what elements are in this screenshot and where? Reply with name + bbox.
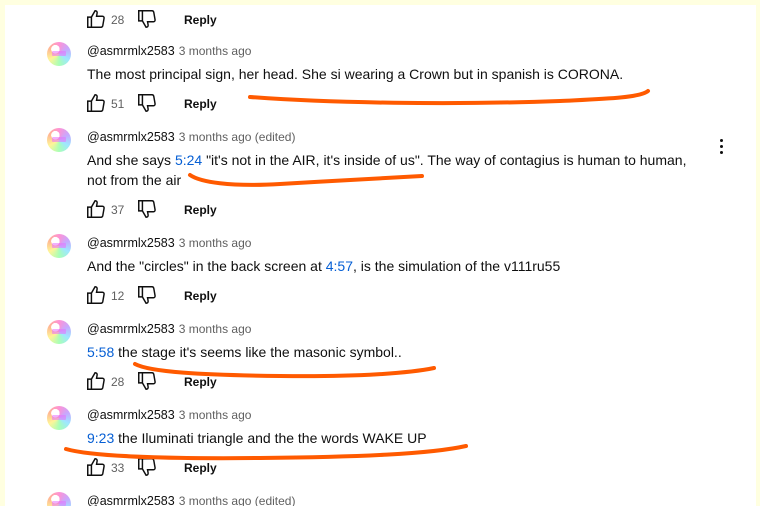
reply-button[interactable]: Reply bbox=[184, 203, 217, 217]
like-count: 28 bbox=[111, 13, 125, 27]
avatar[interactable] bbox=[47, 234, 71, 258]
thumbs-up-icon[interactable] bbox=[85, 8, 107, 30]
comment-author[interactable]: @asmrmlx2583 bbox=[87, 130, 175, 144]
comment-text: 9:23 the Iluminati triangle and the the … bbox=[87, 428, 687, 448]
avatar[interactable] bbox=[47, 128, 71, 152]
comment-pre: And she says bbox=[87, 152, 175, 168]
avatar[interactable] bbox=[47, 42, 71, 66]
comment-time[interactable]: 3 months ago bbox=[179, 236, 252, 250]
thumbs-up-icon[interactable] bbox=[85, 370, 107, 392]
comment-body: the stage it's seems like the masonic sy… bbox=[114, 344, 402, 360]
comment-time[interactable]: 3 months ago bbox=[179, 44, 252, 58]
thumbs-up-icon[interactable] bbox=[85, 456, 107, 478]
comment-author[interactable]: @asmrmlx2583 bbox=[87, 236, 175, 250]
comment-time[interactable]: 3 months ago bbox=[179, 322, 252, 336]
like-count: 12 bbox=[111, 289, 125, 303]
timestamp-link[interactable]: 4:57 bbox=[326, 258, 353, 274]
timestamp-link[interactable]: 5:24 bbox=[175, 152, 202, 168]
comment-time[interactable]: 3 months ago bbox=[179, 408, 252, 422]
like-count: 37 bbox=[111, 203, 125, 217]
comment-pre: And the "circles" in the back screen at bbox=[87, 258, 326, 274]
avatar[interactable] bbox=[47, 406, 71, 430]
reply-button[interactable]: Reply bbox=[184, 289, 217, 303]
like-count: 51 bbox=[111, 97, 125, 111]
comment-text: 5:58 the stage it's seems like the mason… bbox=[87, 342, 687, 362]
thumbs-down-icon[interactable] bbox=[136, 456, 158, 478]
comment-author[interactable]: @asmrmlx2583 bbox=[87, 408, 175, 422]
comment-text: The most principal sign, her head. She s… bbox=[87, 64, 687, 84]
comment-body: The most principal sign, her head. She s… bbox=[87, 66, 624, 82]
comment-author[interactable]: @asmrmlx2583 bbox=[87, 322, 175, 336]
avatar[interactable] bbox=[47, 492, 71, 506]
thumbs-up-icon[interactable] bbox=[85, 198, 107, 220]
comment-body: the Iluminati triangle and the the words… bbox=[114, 430, 427, 446]
comment-body: , is the simulation of the v111ru55 bbox=[352, 258, 561, 274]
like-count: 33 bbox=[111, 461, 125, 475]
thumbs-up-icon[interactable] bbox=[85, 92, 107, 114]
reply-button[interactable]: Reply bbox=[184, 375, 217, 389]
reply-button[interactable]: Reply bbox=[184, 461, 217, 475]
thumbs-down-icon[interactable] bbox=[136, 198, 158, 220]
reply-button[interactable]: Reply bbox=[184, 13, 217, 27]
comment-text: And she says 5:24 "it's not in the AIR, … bbox=[87, 150, 697, 190]
timestamp-link[interactable]: 9:23 bbox=[87, 430, 114, 446]
timestamp-link[interactable]: 5:58 bbox=[87, 344, 114, 360]
thumbs-down-icon[interactable] bbox=[136, 284, 158, 306]
reply-button[interactable]: Reply bbox=[184, 97, 217, 111]
comment-author[interactable]: @asmrmlx2583 bbox=[87, 44, 175, 58]
thumbs-down-icon[interactable] bbox=[136, 92, 158, 114]
like-count: 28 bbox=[111, 375, 125, 389]
more-vert-icon[interactable] bbox=[713, 137, 729, 157]
comment-text: And the "circles" in the back screen at … bbox=[87, 256, 687, 276]
avatar[interactable] bbox=[47, 320, 71, 344]
thumbs-down-icon[interactable] bbox=[136, 370, 158, 392]
comment-author[interactable]: @asmrmlx2583 bbox=[87, 494, 175, 506]
comments-panel: 28 Reply @asmrmlx2583 3 months ago The mo… bbox=[5, 5, 756, 506]
thumbs-down-icon[interactable] bbox=[136, 8, 158, 30]
thumbs-up-icon[interactable] bbox=[85, 284, 107, 306]
comment-time[interactable]: 3 months ago (edited) bbox=[179, 494, 296, 506]
comment-time[interactable]: 3 months ago (edited) bbox=[179, 130, 296, 144]
